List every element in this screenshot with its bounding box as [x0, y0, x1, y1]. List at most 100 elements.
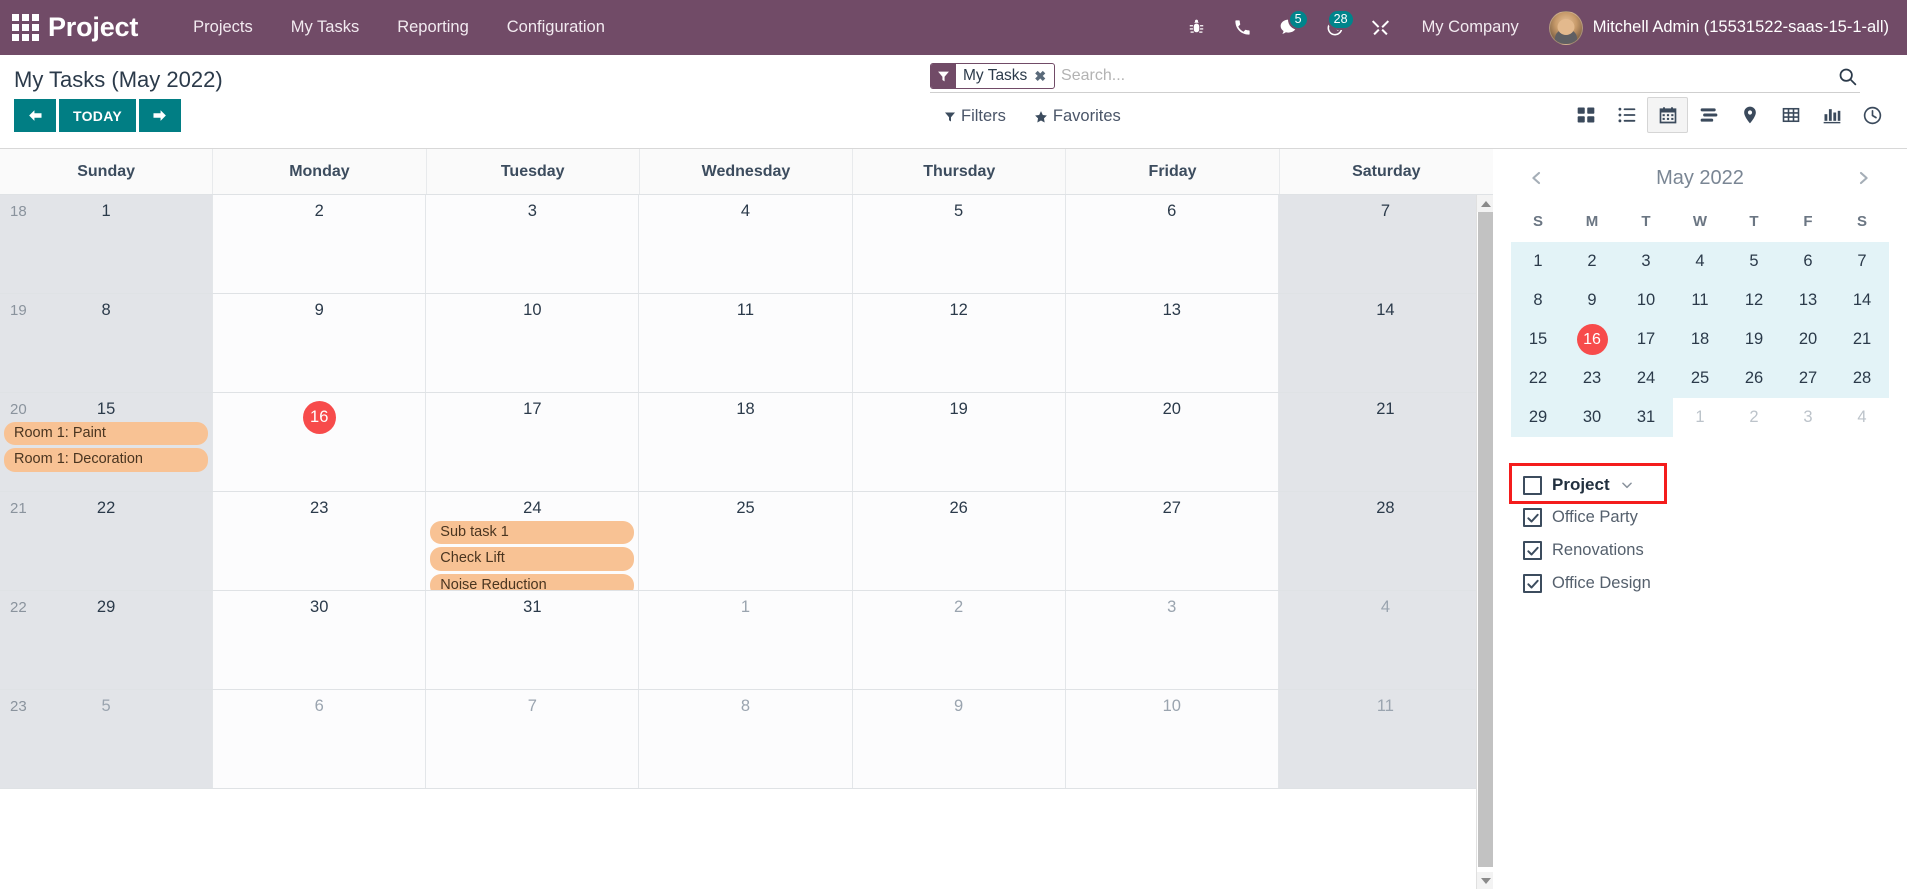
calendar-day-cell[interactable]: 2015Room 1: PaintRoom 1: Decoration — [0, 393, 213, 491]
view-calendar-button[interactable] — [1647, 97, 1688, 133]
search-icon[interactable] — [1827, 66, 1860, 87]
day-number[interactable]: 31 — [426, 595, 638, 616]
scroll-down-icon[interactable] — [1477, 872, 1493, 889]
mini-calendar-day[interactable]: 7 — [1835, 242, 1889, 281]
calendar-day-cell[interactable]: 24Sub task 1Check LiftNoise Reduction — [426, 492, 639, 590]
search-facet-my-tasks[interactable]: My Tasks ✖ — [930, 63, 1055, 89]
mini-calendar-day[interactable]: 17 — [1619, 320, 1673, 359]
calendar-day-cell[interactable]: 9 — [213, 294, 426, 392]
calendar-day-cell[interactable]: 235 — [0, 690, 213, 788]
company-switcher[interactable]: My Company — [1406, 12, 1535, 43]
day-number[interactable]: 4 — [1279, 595, 1492, 616]
day-number[interactable]: 6 — [1066, 199, 1278, 220]
activities-clock-icon[interactable]: 28 — [1314, 7, 1356, 49]
day-number[interactable]: 7 — [426, 694, 638, 715]
calendar-day-cell[interactable]: 8 — [639, 690, 852, 788]
mini-calendar-day[interactable]: 4 — [1835, 398, 1889, 437]
view-gantt-button[interactable] — [1688, 97, 1729, 133]
mini-calendar-day[interactable]: 28 — [1835, 359, 1889, 398]
day-number[interactable]: 19 — [853, 397, 1065, 418]
mini-calendar-day[interactable]: 1 — [1511, 242, 1565, 281]
mini-calendar-day[interactable]: 14 — [1835, 281, 1889, 320]
calendar-day-cell[interactable]: 6 — [1066, 195, 1279, 293]
mini-calendar-day[interactable]: 19 — [1727, 320, 1781, 359]
day-number[interactable]: 11 — [1279, 694, 1492, 715]
view-list-button[interactable] — [1606, 97, 1647, 133]
calendar-event[interactable]: Check Lift — [430, 547, 634, 571]
day-number[interactable]: 5 — [853, 199, 1065, 220]
day-number[interactable]: 17 — [426, 397, 638, 418]
day-number[interactable]: 20 — [1066, 397, 1278, 418]
day-number[interactable]: 1 — [0, 199, 212, 220]
mini-calendar-day[interactable]: 13 — [1781, 281, 1835, 320]
mini-calendar-day[interactable]: 27 — [1781, 359, 1835, 398]
calendar-day-cell[interactable]: 14 — [1279, 294, 1492, 392]
day-number[interactable]: 11 — [639, 298, 851, 319]
bug-icon[interactable] — [1176, 7, 1218, 49]
day-number[interactable]: 21 — [1279, 397, 1492, 418]
app-brand-project[interactable]: Project — [48, 12, 138, 43]
calendar-day-cell[interactable]: 6 — [213, 690, 426, 788]
mini-calendar-day[interactable]: 21 — [1835, 320, 1889, 359]
tools-icon[interactable] — [1360, 7, 1402, 49]
project-filter-checkbox[interactable] — [1523, 476, 1542, 495]
day-number[interactable]: 28 — [1279, 496, 1492, 517]
calendar-day-cell[interactable]: 31 — [426, 591, 639, 689]
day-number[interactable]: 15 — [0, 397, 212, 418]
user-menu[interactable]: Mitchell Admin (15531522-saas-15-1-all) — [1539, 11, 1893, 45]
mini-calendar-day[interactable]: 3 — [1781, 398, 1835, 437]
mini-calendar-day[interactable]: 24 — [1619, 359, 1673, 398]
menu-item-projects[interactable]: Projects — [174, 12, 272, 43]
calendar-day-cell[interactable]: 2 — [213, 195, 426, 293]
day-number[interactable]: 6 — [213, 694, 425, 715]
calendar-event[interactable]: Noise Reduction — [430, 574, 634, 590]
calendar-day-cell[interactable]: 3 — [1066, 591, 1279, 689]
calendar-day-cell[interactable]: 7 — [1279, 195, 1492, 293]
scroll-up-icon[interactable] — [1477, 195, 1493, 212]
close-icon[interactable]: ✖ — [1032, 64, 1054, 88]
mini-calendar-day[interactable]: 1 — [1673, 398, 1727, 437]
mini-calendar-day[interactable]: 22 — [1511, 359, 1565, 398]
day-number[interactable]: 10 — [426, 298, 638, 319]
chevron-right-icon[interactable] — [1846, 163, 1881, 193]
project-filter-item[interactable]: Office Design — [1517, 567, 1883, 600]
mini-calendar-day[interactable]: 6 — [1781, 242, 1835, 281]
day-number[interactable]: 2 — [213, 199, 425, 220]
calendar-day-cell[interactable]: 19 — [853, 393, 1066, 491]
day-number[interactable]: 4 — [639, 199, 851, 220]
calendar-day-cell[interactable]: 2 — [853, 591, 1066, 689]
calendar-day-cell[interactable]: 11 — [1279, 690, 1492, 788]
calendar-day-cell[interactable]: 181 — [0, 195, 213, 293]
filters-dropdown[interactable]: Filters — [930, 103, 1020, 130]
view-map-button[interactable] — [1729, 97, 1770, 133]
apps-grid-icon[interactable] — [8, 11, 42, 45]
mini-calendar-day[interactable]: 2 — [1565, 242, 1619, 281]
calendar-day-cell[interactable]: 17 — [426, 393, 639, 491]
project-filter-item-checkbox[interactable] — [1523, 541, 1542, 560]
calendar-scrollbar[interactable] — [1476, 195, 1493, 889]
search-input[interactable] — [1061, 67, 1827, 85]
mini-calendar-day[interactable]: 16 — [1565, 320, 1619, 359]
day-number[interactable]: 5 — [0, 694, 212, 715]
calendar-day-cell[interactable]: 25 — [639, 492, 852, 590]
mini-calendar-day[interactable]: 20 — [1781, 320, 1835, 359]
calendar-day-cell[interactable]: 20 — [1066, 393, 1279, 491]
favorites-dropdown[interactable]: Favorites — [1020, 103, 1135, 130]
day-number[interactable]: 14 — [1279, 298, 1492, 319]
calendar-day-cell[interactable]: 18 — [639, 393, 852, 491]
view-pivot-button[interactable] — [1770, 97, 1811, 133]
day-number[interactable]: 3 — [426, 199, 638, 220]
day-number[interactable]: 9 — [853, 694, 1065, 715]
mini-calendar-day[interactable]: 25 — [1673, 359, 1727, 398]
mini-calendar-day[interactable]: 9 — [1565, 281, 1619, 320]
menu-item-my-tasks[interactable]: My Tasks — [272, 12, 378, 43]
day-number[interactable]: 12 — [853, 298, 1065, 319]
day-number[interactable]: 24 — [426, 496, 638, 517]
mini-calendar-day[interactable]: 30 — [1565, 398, 1619, 437]
day-number[interactable]: 29 — [0, 595, 212, 616]
calendar-day-cell[interactable]: 21 — [1279, 393, 1492, 491]
day-number[interactable]: 13 — [1066, 298, 1278, 319]
project-filter-header[interactable]: Project — [1517, 469, 1640, 501]
project-filter-item-checkbox[interactable] — [1523, 508, 1542, 527]
calendar-day-cell[interactable]: 10 — [426, 294, 639, 392]
